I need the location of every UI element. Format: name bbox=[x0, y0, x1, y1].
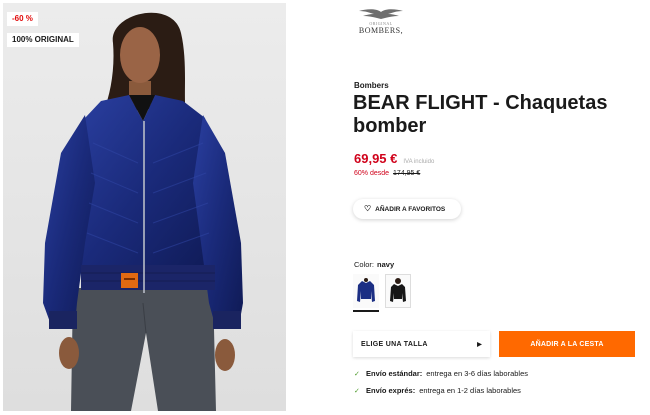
original-price-row: 60% desde 174,95 € bbox=[354, 170, 420, 177]
color-label: Color: bbox=[354, 260, 375, 269]
vat-note: IVA incluido bbox=[403, 159, 435, 165]
heart-outline-icon: ♡ bbox=[364, 204, 372, 213]
product-title: BEAR FLIGHT - Chaquetas bomber bbox=[353, 92, 608, 137]
shipping-express-detail: entrega en 1-2 días laborables bbox=[419, 386, 521, 395]
product-image[interactable]: -60 % 100% ORIGINAL bbox=[3, 3, 286, 411]
color-value: navy bbox=[377, 260, 395, 269]
size-select[interactable]: ELIGE UNA TALLA ▶ bbox=[353, 331, 490, 357]
add-to-favorites-label: AÑADIR A FAVORITOS bbox=[375, 205, 446, 213]
original-price: 174,95 € bbox=[393, 170, 421, 177]
discount-badge: -60 % bbox=[7, 12, 38, 26]
shipping-standard-detail: entrega en 3-6 días laborables bbox=[426, 369, 529, 378]
add-to-favorites-button[interactable]: ♡ AÑADIR A FAVORITOS bbox=[353, 199, 461, 219]
shipping-standard-label: Envío estándar: bbox=[366, 369, 423, 378]
black-jacket-thumbnail bbox=[390, 278, 406, 302]
model-wearing-jacket-illustration bbox=[3, 3, 286, 411]
original-badge: 100% ORIGINAL bbox=[7, 33, 79, 47]
logo-main-text: BOMBERS, bbox=[358, 26, 404, 35]
discount-from-label: 60% desde bbox=[354, 170, 390, 177]
brand-logo[interactable]: ORIGINAL BOMBERS, bbox=[355, 8, 407, 35]
color-indicator: Color: navy bbox=[354, 260, 394, 269]
add-to-cart-button[interactable]: AÑADIR A LA CESTA bbox=[499, 331, 635, 357]
size-select-label: ELIGE UNA TALLA bbox=[361, 340, 428, 348]
color-swatches bbox=[353, 274, 411, 312]
current-price: 69,95 € bbox=[354, 151, 398, 166]
swatch-navy[interactable] bbox=[353, 274, 379, 312]
shipping-express-label: Envío exprés: bbox=[366, 386, 416, 395]
shipping-express: ✓ Envío exprés: entrega en 1-2 días labo… bbox=[354, 386, 521, 395]
triangle-right-icon: ▶ bbox=[477, 341, 482, 348]
brand-name[interactable]: Bombers bbox=[354, 81, 389, 90]
check-icon: ✓ bbox=[354, 388, 360, 395]
swatch-black[interactable] bbox=[385, 274, 411, 312]
check-icon: ✓ bbox=[354, 371, 360, 378]
price-row: 69,95 € IVA incluido bbox=[354, 151, 434, 166]
shipping-standard: ✓ Envío estándar: entrega en 3-6 días la… bbox=[354, 369, 528, 378]
navy-jacket-thumbnail bbox=[357, 278, 375, 302]
eagle-wings-logo-icon bbox=[359, 9, 403, 19]
